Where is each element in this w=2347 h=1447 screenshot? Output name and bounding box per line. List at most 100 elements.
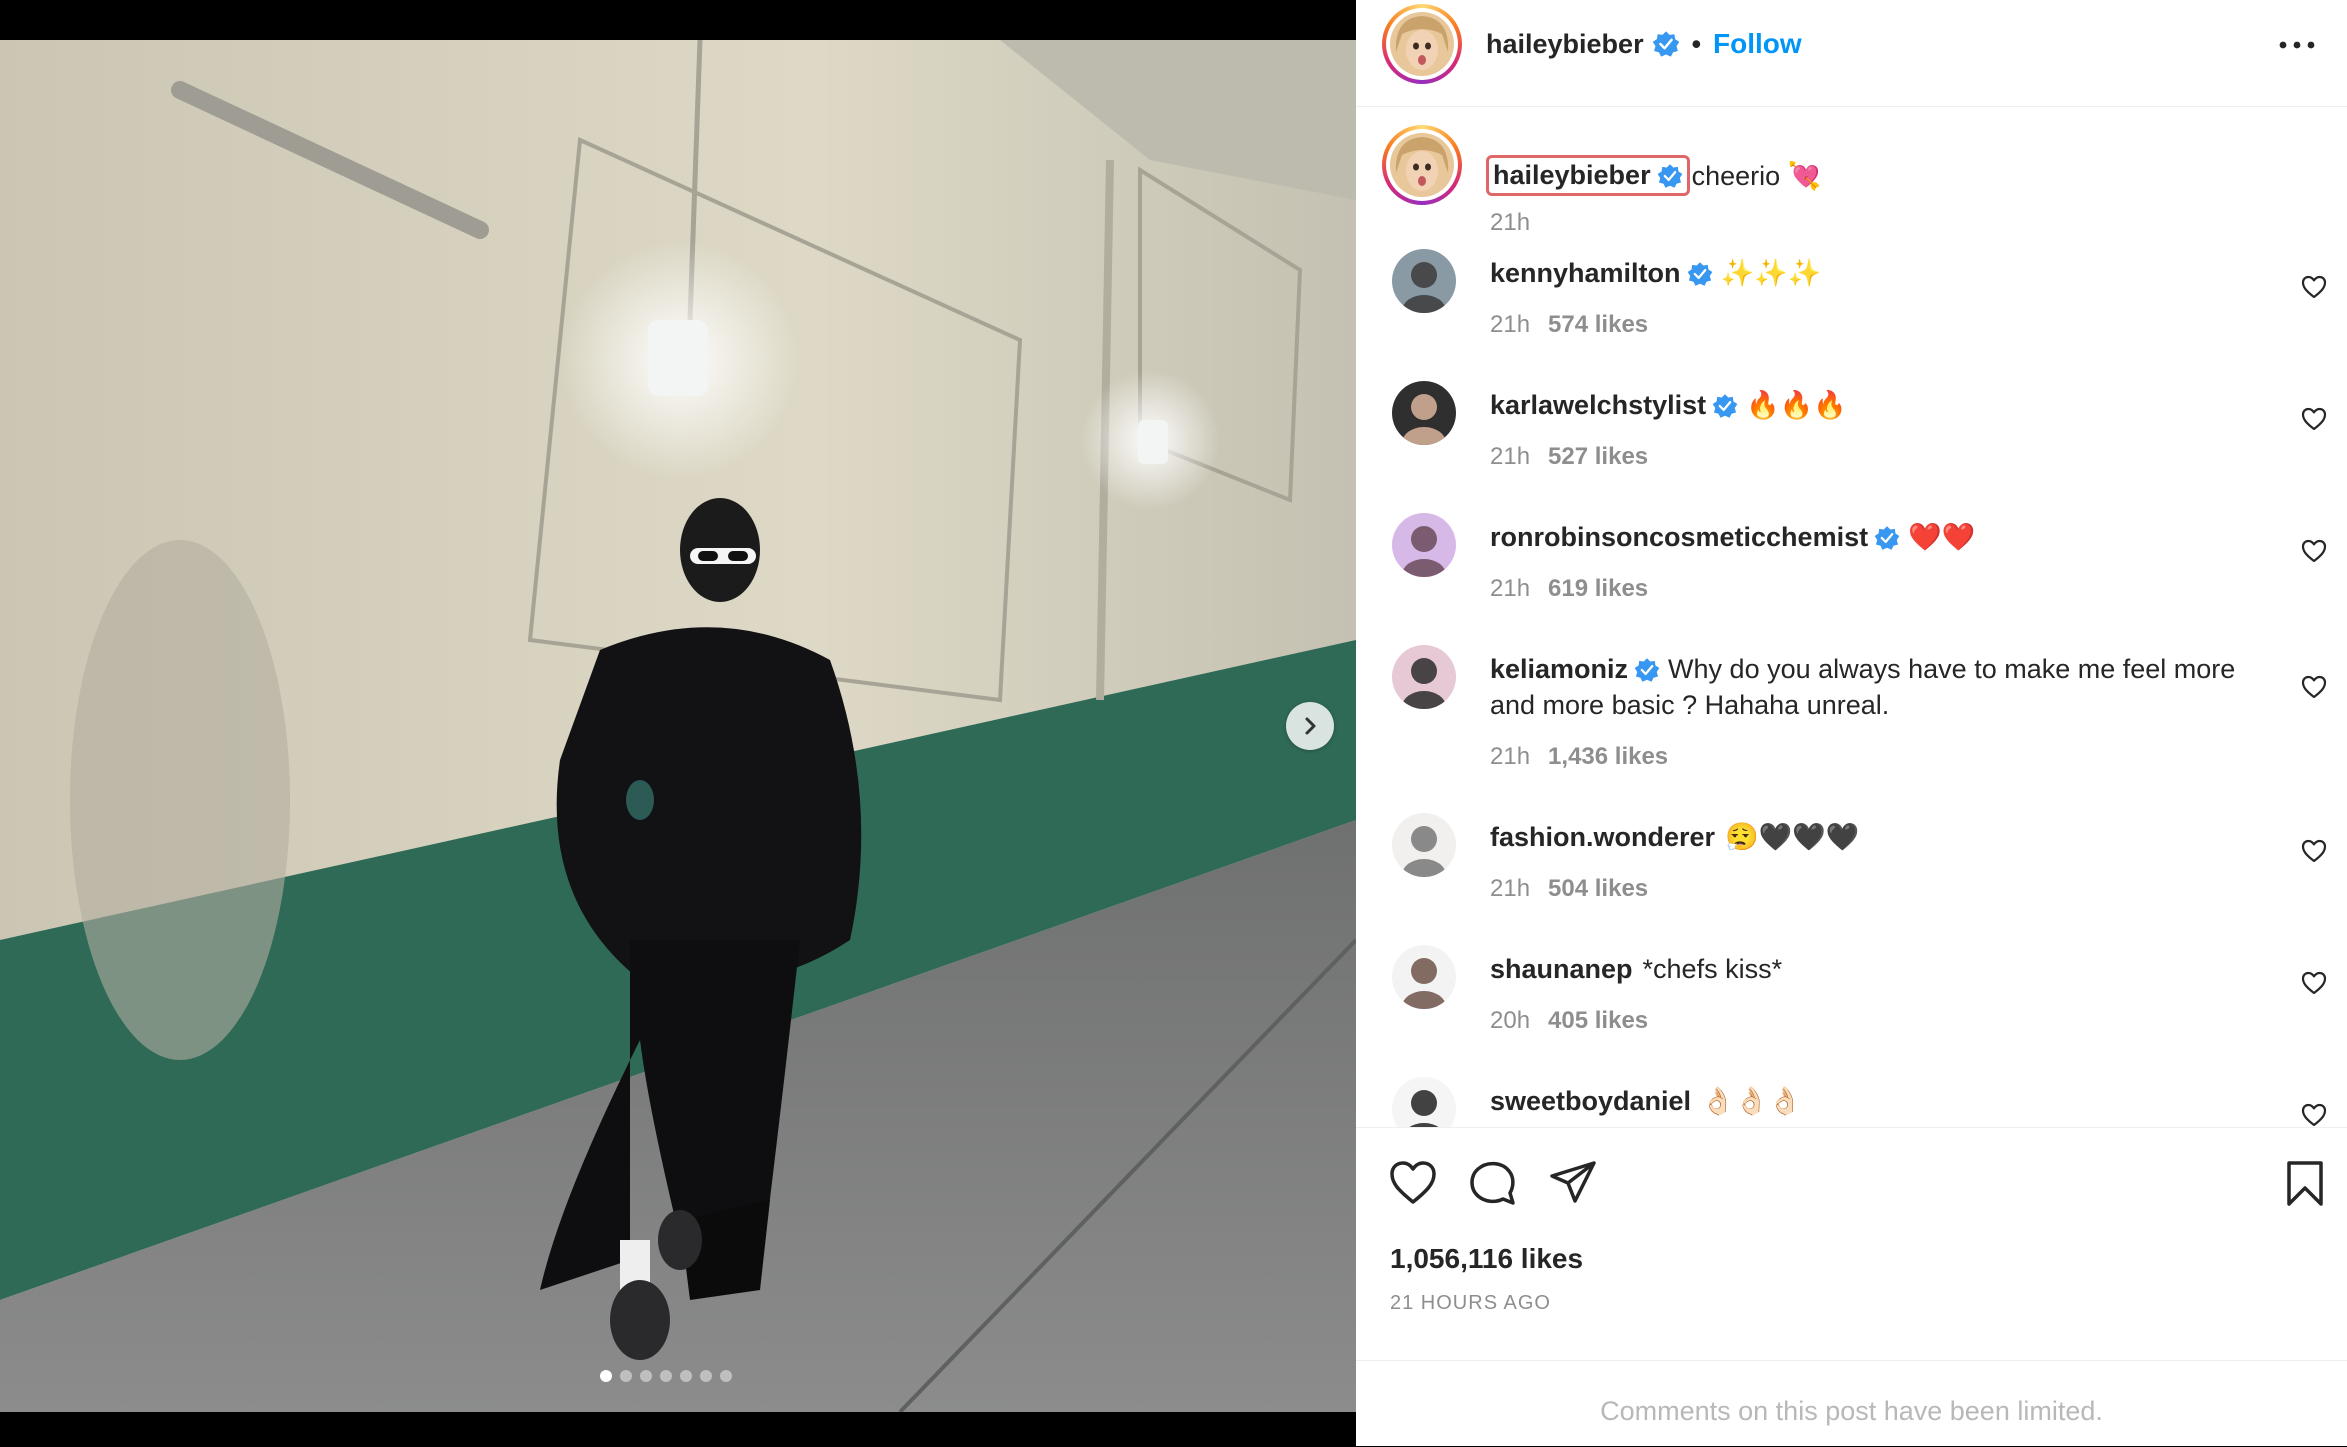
comment-like-icon[interactable] <box>2300 405 2328 433</box>
verified-badge-icon <box>1634 658 1660 682</box>
verified-badge-icon <box>1712 394 1738 418</box>
comment-meta: 21h 504 likes <box>1490 875 1666 903</box>
commenter-avatar[interactable] <box>1392 645 1456 709</box>
comment-likes[interactable]: 527 likes <box>1548 443 1648 470</box>
carousel-dot <box>720 1370 732 1382</box>
carousel-dot <box>680 1370 692 1382</box>
comment-username[interactable]: karlawelchstylist <box>1490 390 1706 420</box>
caption-username-highlight[interactable]: haileybieber <box>1486 155 1690 196</box>
commenter-avatar-image <box>1392 813 1456 877</box>
more-options-icon[interactable] <box>2277 30 2317 60</box>
comment-username[interactable]: ronrobinsoncosmeticchemist <box>1490 522 1868 552</box>
comment-like-icon[interactable] <box>2300 837 2328 865</box>
caption-avatar-image <box>1390 133 1454 197</box>
chevron-right-icon <box>1305 717 1316 735</box>
comment-text-line: keliamoniz Why do you always have to make… <box>1490 651 2250 723</box>
commenter-avatar[interactable] <box>1392 1077 1456 1127</box>
verified-badge-icon <box>1687 262 1712 286</box>
caption-timestamp: 21h <box>1490 209 1531 236</box>
post-header: haileybieber • Follow <box>1356 0 2347 107</box>
comment-likes[interactable]: 619 likes <box>1548 575 1648 602</box>
comment-username[interactable]: kennyhamilton <box>1490 258 1681 288</box>
comment-username[interactable]: fashion.wonderer <box>1490 822 1715 852</box>
comment-text: ❤️❤️ <box>1908 522 1976 552</box>
comments-list[interactable]: haileybieber cheerio 💘 21h kennyhamilton… <box>1356 107 2347 1127</box>
comment-meta: 21h 574 likes <box>1490 311 1666 339</box>
carousel-next-button[interactable] <box>1286 702 1334 750</box>
comment-like-icon[interactable] <box>2300 537 2328 565</box>
carousel-dot <box>700 1370 712 1382</box>
carousel-dot <box>620 1370 632 1382</box>
comment-username[interactable]: shaunanep <box>1490 954 1633 984</box>
post-actions: 1,056,116 likes 21 HOURS AGO Comments on… <box>1356 1127 2347 1446</box>
comment-meta: 21h 619 likes <box>1490 575 1666 603</box>
commenter-avatar-image <box>1392 381 1456 445</box>
comment-timestamp[interactable]: 21h <box>1490 311 1530 338</box>
comment-text: 😮‍💨🖤🖤🖤 <box>1725 822 1860 852</box>
comment-text-line: sweetboydaniel 👌🏻👌🏻👌🏻 <box>1490 1083 2250 1119</box>
commenter-avatar-image <box>1392 1077 1456 1127</box>
commenter-avatar[interactable] <box>1392 381 1456 445</box>
verified-badge-icon <box>1652 31 1679 57</box>
comment-text: 🔥🔥🔥 <box>1746 390 1847 420</box>
commenter-avatar[interactable] <box>1392 813 1456 877</box>
comment-like-icon[interactable] <box>2300 673 2328 701</box>
comment-likes[interactable]: 504 likes <box>1548 875 1648 902</box>
comment-meta: 20h 405 likes <box>1490 1007 1666 1035</box>
bookmark-icon[interactable] <box>2280 1158 2330 1208</box>
commenter-avatar-image <box>1392 513 1456 577</box>
commenter-avatar[interactable] <box>1392 513 1456 577</box>
comment-like-icon[interactable] <box>2300 273 2328 301</box>
comment-likes[interactable]: 1,436 likes <box>1548 743 1668 770</box>
header-separator: • <box>1691 28 1702 59</box>
post-timestamp[interactable]: 21 HOURS AGO <box>1390 1292 1551 1315</box>
hallway-photo <box>0 40 1356 1412</box>
commenter-avatar-image <box>1392 945 1456 1009</box>
post-side-panel: haileybieber • Follow haileybieber cheer… <box>1356 0 2347 1446</box>
comment-username[interactable]: keliamoniz <box>1490 654 1628 684</box>
comment-like-icon[interactable] <box>2300 1101 2328 1127</box>
comment-meta: 21h 1,436 likes <box>1490 743 1686 771</box>
carousel-indicator <box>600 1370 732 1382</box>
share-icon[interactable] <box>1548 1158 1598 1208</box>
verified-badge-icon <box>1874 526 1900 550</box>
comment-timestamp[interactable]: 21h <box>1490 575 1530 602</box>
post-photo[interactable] <box>0 40 1356 1412</box>
comment-like-icon[interactable] <box>2300 969 2328 997</box>
comment-text-line: ronrobinsoncosmeticchemist ❤️❤️ <box>1490 519 2250 555</box>
carousel-dot <box>660 1370 672 1382</box>
comment-icon[interactable] <box>1468 1158 1518 1208</box>
caption-text: cheerio 💘 <box>1691 160 1822 191</box>
comment-username[interactable]: sweetboydaniel <box>1490 1086 1691 1116</box>
carousel-dot <box>600 1370 612 1382</box>
commenter-avatar-image <box>1392 645 1456 709</box>
caption-line: haileybieber cheerio 💘 <box>1486 155 1821 196</box>
commenter-avatar[interactable] <box>1392 249 1456 313</box>
comment-timestamp[interactable]: 21h <box>1490 875 1530 902</box>
comment-timestamp[interactable]: 21h <box>1490 443 1530 470</box>
comment-meta: 21h 527 likes <box>1490 443 1666 471</box>
caption-username[interactable]: haileybieber <box>1493 160 1651 191</box>
follow-button[interactable]: Follow <box>1713 28 1802 60</box>
comment-likes[interactable]: 405 likes <box>1548 1007 1648 1034</box>
likes-count[interactable]: 1,056,116 likes <box>1390 1243 1583 1275</box>
comment-timestamp[interactable]: 21h <box>1490 743 1530 770</box>
commenter-avatar[interactable] <box>1392 945 1456 1009</box>
header-user-row: haileybieber • Follow <box>1486 28 1802 60</box>
heart-icon[interactable] <box>1388 1158 1438 1208</box>
author-username[interactable]: haileybieber <box>1486 29 1644 60</box>
commenter-avatar-image <box>1392 249 1456 313</box>
caption-author-avatar[interactable] <box>1382 125 1462 205</box>
author-avatar[interactable] <box>1382 4 1462 84</box>
comment-text: ✨✨✨ <box>1720 258 1822 288</box>
comment-text: 👌🏻👌🏻👌🏻 <box>1701 1086 1802 1116</box>
comment-timestamp[interactable]: 20h <box>1490 1007 1530 1034</box>
comments-limited-notice: Comments on this post have been limited. <box>1600 1396 2103 1426</box>
comment-likes[interactable]: 574 likes <box>1548 311 1648 338</box>
comment-text-line: kennyhamilton ✨✨✨ <box>1490 255 2250 291</box>
comment-text-line: karlawelchstylist 🔥🔥🔥 <box>1490 387 2250 423</box>
verified-badge-icon <box>1657 163 1682 188</box>
comment-text: *chefs kiss* <box>1642 954 1783 984</box>
comment-text-line: fashion.wonderer 😮‍💨🖤🖤🖤 <box>1490 819 2250 855</box>
comment-text-line: shaunanep *chefs kiss* <box>1490 951 2250 987</box>
